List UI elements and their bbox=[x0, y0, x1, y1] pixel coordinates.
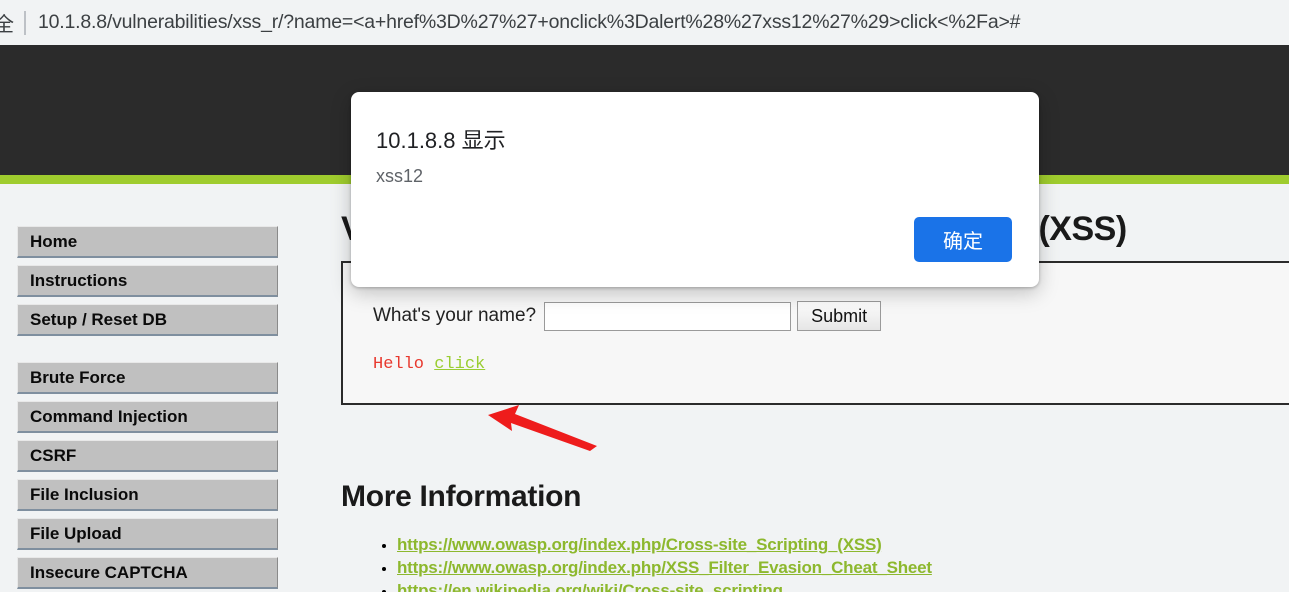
list-item: https://en.wikipedia.org/wiki/Cross-site… bbox=[397, 580, 932, 592]
name-form-row: What's your name? Submit bbox=[373, 301, 882, 331]
alert-dialog-message: xss12 bbox=[376, 166, 424, 186]
alert-dialog-title: 10.1.8.8 显示 bbox=[376, 128, 506, 153]
sidebar-item-label: Home bbox=[30, 231, 78, 251]
sidebar-group-divider bbox=[17, 343, 278, 362]
sidebar-item-command-injection[interactable]: Command Injection bbox=[17, 401, 278, 433]
sidebar-item-setup-reset-db[interactable]: Setup / Reset DB bbox=[17, 304, 278, 336]
sidebar-item-csrf[interactable]: CSRF bbox=[17, 440, 278, 472]
sidebar-nav: Home Instructions Setup / Reset DB Brute… bbox=[17, 226, 278, 592]
sidebar-item-brute-force[interactable]: Brute Force bbox=[17, 362, 278, 394]
reference-link[interactable]: https://www.owasp.org/index.php/XSS_Filt… bbox=[397, 558, 932, 577]
sidebar-item-label: File Upload bbox=[30, 523, 122, 543]
sidebar-item-insecure-captcha[interactable]: Insecure CAPTCHA bbox=[17, 557, 278, 589]
sidebar-item-label: Command Injection bbox=[30, 406, 188, 426]
alert-ok-button[interactable]: 确定 bbox=[914, 217, 1012, 262]
reference-link[interactable]: https://en.wikipedia.org/wiki/Cross-site… bbox=[397, 581, 783, 592]
sidebar-item-label: Setup / Reset DB bbox=[30, 309, 167, 329]
sidebar-item-label: Instructions bbox=[30, 270, 128, 290]
submit-button[interactable]: Submit bbox=[797, 301, 882, 331]
browser-url-bar[interactable]: 全 10.1.8.8/vulnerabilities/xss_r/?name=<… bbox=[0, 0, 1289, 45]
greeting-text: Hello bbox=[373, 355, 435, 374]
sidebar-item-file-inclusion[interactable]: File Inclusion bbox=[17, 479, 278, 511]
sidebar-item-instructions[interactable]: Instructions bbox=[17, 265, 278, 297]
sidebar-item-home[interactable]: Home bbox=[17, 226, 278, 258]
page-viewport: Home Instructions Setup / Reset DB Brute… bbox=[0, 45, 1289, 592]
url-bar-divider bbox=[24, 10, 26, 35]
reference-link[interactable]: https://www.owasp.org/index.php/Cross-si… bbox=[397, 535, 882, 554]
annotation-arrow-icon bbox=[488, 405, 597, 451]
list-item: https://www.owasp.org/index.php/XSS_Filt… bbox=[397, 557, 932, 580]
more-information-links: https://www.owasp.org/index.php/Cross-si… bbox=[375, 534, 932, 592]
greeting-output: Hello click bbox=[373, 355, 485, 374]
javascript-alert-dialog: 10.1.8.8 显示 xss12 确定 bbox=[351, 92, 1039, 287]
url-text[interactable]: 10.1.8.8/vulnerabilities/xss_r/?name=<a+… bbox=[38, 11, 1021, 34]
sidebar-item-label: Brute Force bbox=[30, 367, 126, 387]
list-item: https://www.owasp.org/index.php/Cross-si… bbox=[397, 534, 932, 557]
name-field-label: What's your name? bbox=[373, 305, 537, 326]
security-status-label: 全 bbox=[0, 14, 14, 36]
sidebar-item-label: CSRF bbox=[30, 445, 77, 465]
injected-click-link[interactable]: click bbox=[434, 355, 485, 374]
name-input[interactable] bbox=[544, 301, 792, 331]
sidebar-item-file-upload[interactable]: File Upload bbox=[17, 518, 278, 550]
more-information-heading: More Information bbox=[341, 480, 582, 513]
sidebar-item-label: File Inclusion bbox=[30, 484, 139, 504]
sidebar-item-label: Insecure CAPTCHA bbox=[30, 562, 188, 582]
